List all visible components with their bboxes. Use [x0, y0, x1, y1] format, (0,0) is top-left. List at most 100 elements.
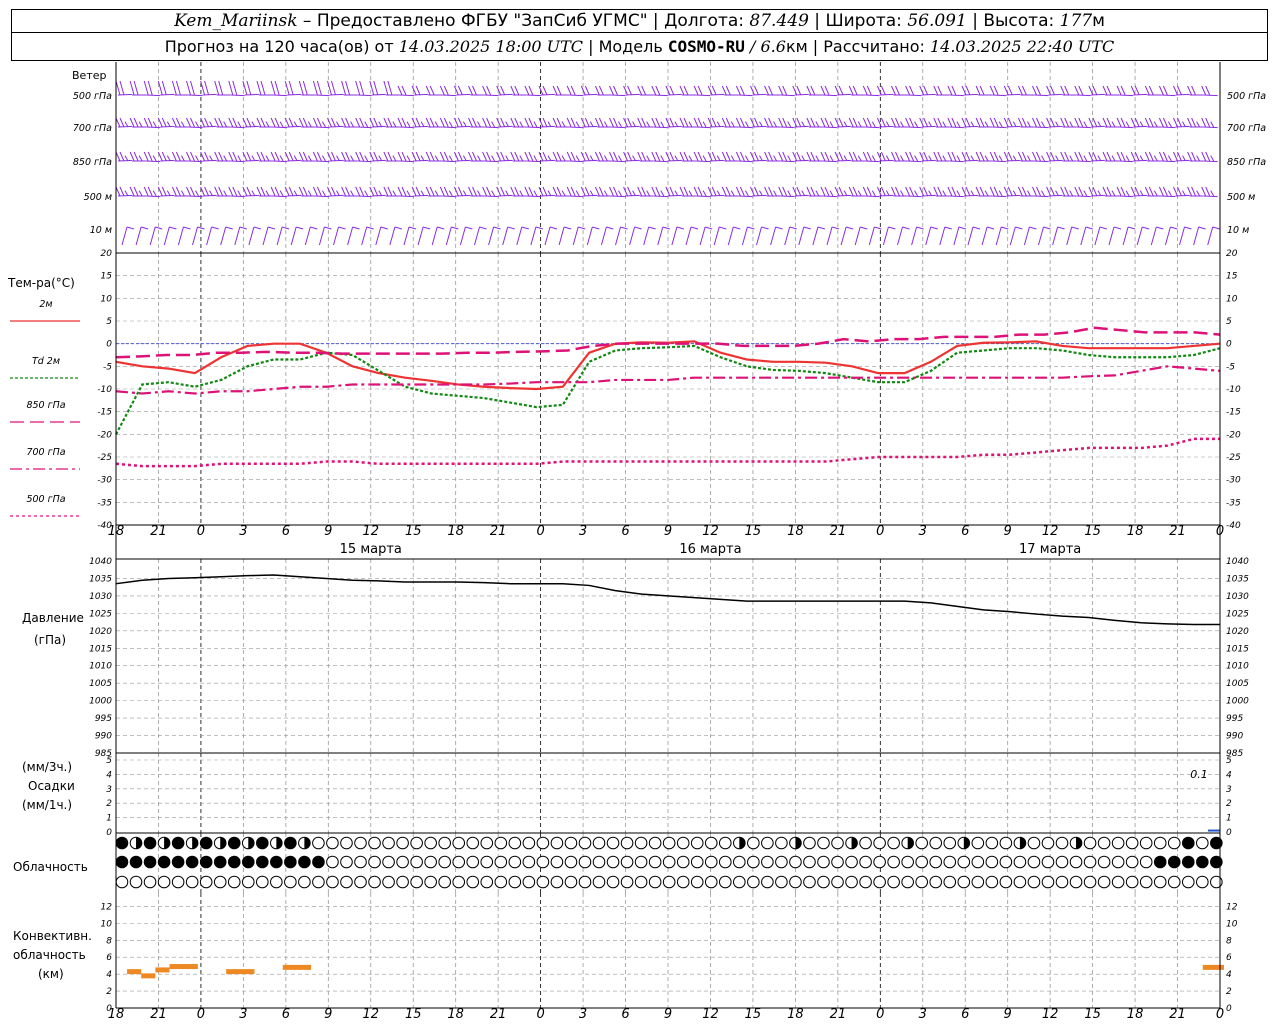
wind-barb-flag	[810, 85, 816, 96]
temp-tick-right: 10	[1226, 294, 1238, 304]
wind-barb-flag	[195, 155, 199, 162]
wind-barb-flag	[1021, 151, 1027, 162]
wind-barb-flag	[584, 151, 590, 162]
wind-barb-flag	[373, 117, 379, 128]
wind-barb-flag	[1106, 151, 1112, 162]
wind-barb-flag	[1050, 186, 1056, 197]
wind-barb-flag	[1106, 117, 1112, 128]
time-tick-label: 0	[1216, 524, 1224, 539]
wind-barb-10m-flag	[140, 226, 149, 230]
wind-barb-flag	[866, 151, 872, 162]
wind-barb-flag	[942, 190, 947, 197]
wind-barb-flag	[1153, 155, 1158, 162]
wind-barb-flag	[486, 186, 492, 197]
time-tick-label: 12	[1042, 524, 1059, 539]
wind-barb-flag	[1130, 85, 1136, 96]
wind-barb-flag	[824, 85, 830, 96]
wind-barb-flag	[528, 186, 534, 197]
wind-barb-flag	[778, 186, 784, 197]
wind-barb-10m	[868, 226, 875, 246]
cloud-circle	[817, 875, 830, 889]
precip-tick-right: 4	[1226, 770, 1232, 780]
wind-barb-flag	[190, 80, 195, 96]
wind-barb-10m	[1023, 226, 1030, 246]
time-tick-label: 3	[579, 1007, 587, 1022]
wind-barb-flag	[1191, 186, 1197, 197]
cloud-circle	[929, 836, 943, 850]
wind-barb-10m-flag	[253, 226, 262, 230]
wind-barb-flag	[1032, 117, 1037, 128]
wind-barb-flag	[279, 121, 284, 128]
cloud-circle	[620, 855, 634, 869]
temp-legend-label: 500 гПа	[26, 494, 65, 505]
pressure-tick-right: 1015	[1226, 644, 1249, 654]
wind-barb-flag	[1007, 117, 1013, 128]
cloud-circle	[199, 836, 213, 850]
wind-barb-10m	[1108, 226, 1115, 246]
cloud-circle	[382, 855, 395, 869]
wind-barb-10m-flag	[1057, 226, 1065, 230]
wind-barb-flag	[288, 80, 294, 96]
wind-barb-flag	[735, 85, 741, 96]
wind-barb-flag	[260, 186, 266, 197]
cloud-circle	[718, 855, 732, 869]
wind-barb-flag	[1060, 186, 1066, 197]
wind-barb-flag	[914, 190, 919, 197]
wind-barb-10m-flag	[986, 226, 995, 230]
wind-barb-10m	[445, 226, 452, 246]
temp-tick-left: -30	[97, 476, 112, 486]
wind-barb-flag	[848, 85, 854, 96]
wind-barb-flag	[768, 151, 774, 162]
time-tick-label: 18	[447, 1007, 464, 1022]
cloud-circle	[1125, 855, 1139, 869]
wind-barb-flag	[496, 186, 502, 197]
cloud-circle	[129, 855, 143, 869]
wind-barb-flag	[542, 151, 548, 162]
wind-barb-flag	[895, 186, 900, 197]
cloud-partial-fill	[795, 837, 802, 849]
wind-barb-flag	[190, 186, 195, 197]
cloud-circle	[733, 855, 746, 869]
temp-tick-right: -20	[1226, 430, 1241, 440]
wind-barb-flag	[1116, 151, 1122, 162]
wind-barb-flag	[510, 117, 516, 128]
wind-barb-flag	[321, 121, 326, 128]
time-tick-label: 9	[324, 1007, 332, 1022]
wind-barb-flag	[345, 186, 351, 197]
wind-barb-flag	[524, 151, 530, 162]
wind-barb-shaft	[1119, 94, 1134, 97]
cloud-circle	[901, 855, 914, 869]
wind-barb-flag	[270, 117, 276, 128]
temp-tick-right: -30	[1226, 476, 1241, 486]
wind-barb-flag	[651, 186, 657, 197]
wind-barb-flag	[796, 151, 802, 162]
cloud-circle	[1181, 875, 1195, 889]
wind-barb-flag	[933, 117, 939, 128]
precip-bar	[1208, 829, 1220, 832]
wind-barb-10m-flag	[296, 226, 304, 230]
wind-barb-flag	[739, 85, 745, 96]
wind-barb-flag	[359, 80, 365, 96]
wind-barb-flag	[1162, 85, 1168, 96]
wind-barb-flag	[270, 151, 276, 162]
wind-barb-flag	[256, 186, 262, 197]
wind-barb-flag	[598, 186, 604, 197]
wind-barb-10m-flag	[521, 226, 529, 230]
wind-barb-shaft	[1076, 94, 1091, 97]
wind-barb-flag	[331, 80, 336, 96]
cloud-circle	[354, 855, 367, 869]
wind-barb-flag	[119, 186, 125, 197]
wind-barb-10m-flag	[281, 226, 290, 230]
cloud-circle	[747, 855, 760, 869]
cloud-circle	[943, 836, 957, 850]
cloud-circle	[1097, 836, 1111, 850]
cloud-partial-fill	[276, 837, 283, 849]
cloud-circle	[887, 875, 900, 889]
wind-barb-shaft	[1119, 195, 1134, 198]
wind-barb-flag	[514, 151, 520, 162]
wind-barb-flag	[711, 117, 717, 128]
wind-barb-flag	[594, 117, 600, 128]
wind-barb-flag	[152, 121, 157, 128]
wind-barb-flag	[524, 85, 530, 96]
cloud-circle	[648, 855, 662, 869]
